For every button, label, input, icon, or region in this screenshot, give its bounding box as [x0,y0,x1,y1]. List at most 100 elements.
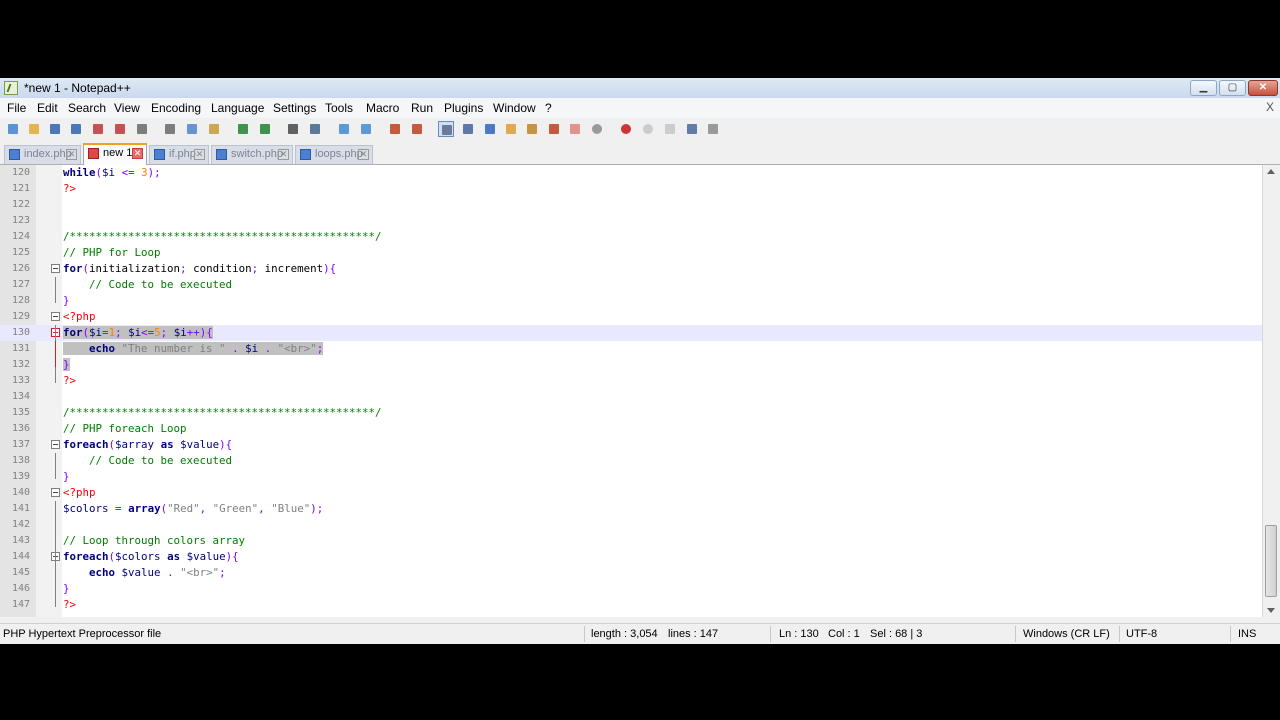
menu-run[interactable]: Run [411,101,433,115]
code-line[interactable]: 132} [0,357,1262,373]
status-line-number: Ln : 130 [779,628,819,640]
scroll-down-icon[interactable] [1267,608,1275,613]
code-line[interactable]: 140 <?php [0,485,1262,501]
fold-toggle-icon[interactable] [51,440,60,449]
menu-plugins[interactable]: Plugins [444,101,483,115]
code-line[interactable]: 134 [0,389,1262,405]
code-line[interactable]: 135 /************************************… [0,405,1262,421]
tab-index-php[interactable]: index.php ✕ [4,145,81,164]
code-line[interactable]: 136 // PHP foreach Loop [0,421,1262,437]
code-editor[interactable]: 120 while($i <= 3); 121 ?> 122 123 124 /*******… [0,165,1262,617]
code-line[interactable]: 121 ?> [0,181,1262,197]
maximize-button[interactable]: ▢ [1219,80,1246,96]
code-line[interactable]: 133 ?> [0,373,1262,389]
code-line[interactable]: 131 echo "The number is " . $i . "<br>"; [0,341,1262,357]
save-icon[interactable] [47,121,63,137]
doc-map-icon[interactable] [524,121,540,137]
code-line[interactable]: 124 /************************************… [0,229,1262,245]
close-document-icon[interactable]: X [1266,100,1274,114]
close-icon[interactable] [90,121,106,137]
code-line[interactable]: 128} [0,293,1262,309]
code-line[interactable]: 123 [0,213,1262,229]
tab-if-php[interactable]: if.php ✕ [149,145,209,164]
fold-toggle-icon[interactable] [51,312,60,321]
tab-new-1[interactable]: new 1 ✕ [83,143,147,165]
stop-record-icon[interactable] [640,121,656,137]
minimize-button[interactable]: ▁ [1190,80,1217,96]
save-all-icon[interactable] [68,121,84,137]
close-all-icon[interactable] [112,121,128,137]
code-line[interactable]: 126 for(initialization; condition; increm… [0,261,1262,277]
zoom-in-icon[interactable] [336,121,352,137]
code-line[interactable]: 146} [0,581,1262,597]
code-line[interactable]: 138 // Code to be executed [0,453,1262,469]
code-line[interactable]: 142 [0,517,1262,533]
status-insert-mode: INS [1238,628,1257,640]
undo-icon[interactable] [235,121,251,137]
code-line[interactable]: 129 <?php [0,309,1262,325]
menu-macro[interactable]: Macro [366,101,399,115]
menu-tools[interactable]: Tools [325,101,353,115]
code-line[interactable]: 144 foreach($colors as $value){ [0,549,1262,565]
tab-close-icon[interactable]: ✕ [132,148,143,159]
fold-toggle-icon[interactable] [51,488,60,497]
tab-close-icon[interactable]: ✕ [66,149,77,160]
code-line[interactable]: 122 [0,197,1262,213]
sync-horizontal-icon[interactable] [409,121,425,137]
run-macro-multiple-icon[interactable] [684,121,700,137]
tab-close-icon[interactable]: ✕ [358,149,369,160]
close-button[interactable]: ✕ [1248,80,1278,96]
sync-vertical-icon[interactable] [387,121,403,137]
tab-close-icon[interactable]: ✕ [278,149,289,160]
scrollbar-thumb[interactable] [1265,525,1277,597]
menu-settings[interactable]: Settings [273,101,316,115]
vertical-scrollbar[interactable] [1262,165,1280,617]
show-all-chars-icon[interactable] [460,121,476,137]
scroll-up-icon[interactable] [1267,169,1275,174]
function-list-icon[interactable] [546,121,562,137]
code-line[interactable]: 147 ?> [0,597,1262,613]
code-line[interactable]: 141 $colors = array("Red", "Green", "Blue… [0,501,1262,517]
code-line[interactable]: 145 echo $value . "<br>"; [0,565,1262,581]
title-bar[interactable]: *new 1 - Notepad++ ▁ ▢ ✕ [0,78,1280,99]
monitor-icon[interactable] [589,121,605,137]
record-macro-icon[interactable] [618,121,634,137]
print-icon[interactable] [134,121,150,137]
cut-icon[interactable] [162,121,178,137]
fold-toggle-icon[interactable] [51,264,60,273]
menu-edit[interactable]: Edit [37,101,58,115]
menu-search[interactable]: Search [68,101,106,115]
word-wrap-icon[interactable] [438,121,454,137]
open-file-icon[interactable] [26,121,42,137]
play-macro-icon[interactable] [662,121,678,137]
tab-loops-php[interactable]: loops.php ✕ [295,145,373,164]
code-text: } [63,358,70,371]
paste-icon[interactable] [206,121,222,137]
code-line[interactable]: 120 while($i <= 3); [0,165,1262,181]
zoom-out-icon[interactable] [358,121,374,137]
save-macro-icon[interactable] [705,121,721,137]
code-line[interactable]: 127 // Code to be executed [0,277,1262,293]
menu-view[interactable]: View [114,101,140,115]
replace-icon[interactable] [307,121,323,137]
user-define-lang-icon[interactable] [503,121,519,137]
status-length: length : 3,054 [591,628,658,640]
code-line[interactable]: 139} [0,469,1262,485]
code-line[interactable]: 137 foreach($array as $value){ [0,437,1262,453]
indent-guide-icon[interactable] [482,121,498,137]
menu-file[interactable]: File [7,101,26,115]
tab-switch-php[interactable]: switch.php ✕ [211,145,293,164]
folder-workspace-icon[interactable] [567,121,583,137]
code-line[interactable]: 125 // PHP for Loop [0,245,1262,261]
tab-close-icon[interactable]: ✕ [194,149,205,160]
new-file-icon[interactable] [5,121,21,137]
menu-encoding[interactable]: Encoding [151,101,201,115]
code-line[interactable]: 143 // Loop through colors array [0,533,1262,549]
code-line[interactable]: 130 for($i=1; $i<=5; $i++){ [0,325,1262,341]
menu-language[interactable]: Language [211,101,264,115]
menu-help[interactable]: ? [545,101,552,115]
find-icon[interactable] [285,121,301,137]
redo-icon[interactable] [257,121,273,137]
menu-window[interactable]: Window [493,101,536,115]
copy-icon[interactable] [184,121,200,137]
